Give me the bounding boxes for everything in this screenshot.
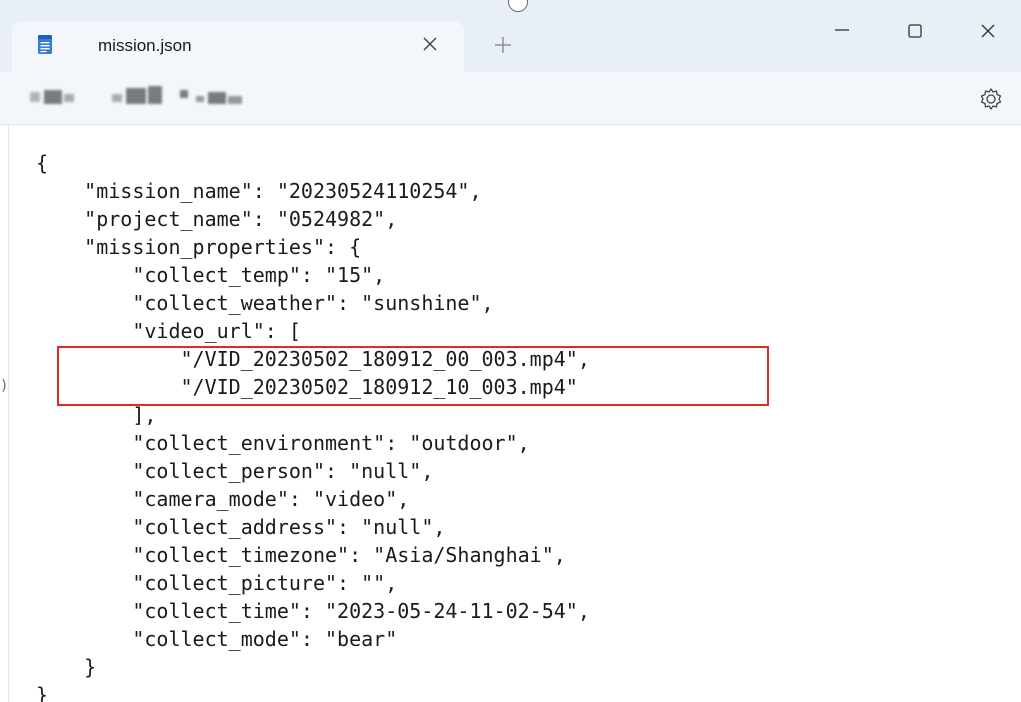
code-line: { [36,151,49,175]
notepad-window: mission.json) {"mission_name": "202305… [0,0,1021,702]
code-line: "mission_name": "20230524110254", [36,179,482,203]
code-line: "collect_person": "null", [36,459,434,483]
title-bar: mission.json [0,0,1021,72]
window-notch [508,0,528,12]
code-line: "collect_mode": "bear" [36,627,398,651]
code-line: "collect_picture": "", [36,571,398,595]
close-icon[interactable] [966,10,1010,46]
tab-title: mission.json [98,36,192,55]
code-line: "collect_address": "null", [36,515,446,539]
plus-icon[interactable] [490,32,516,58]
code-line: "mission_properties": { [36,235,362,259]
code-line: "collect_weather": "sunshine", [36,291,494,315]
code-line: "collect_environment": "outdoor", [36,431,530,455]
code-line: "collect_time": "2023-05-24-11-02-54", [36,599,590,623]
code-line: "project_name": "0524982", [36,207,398,231]
code-line: "video_url": [ [36,319,301,343]
menu-item-obscured[interactable] [112,84,262,110]
video-url-highlight-box [57,346,769,406]
gear-icon[interactable] [976,84,1006,114]
minimize-icon[interactable] [820,10,864,46]
editor-left-edge [8,125,9,702]
editor-content[interactable]: { "mission_name": "20230524110254", "pro… [36,149,590,702]
notepad-icon [38,35,52,54]
edge-marker: ) [0,378,9,394]
menu-bar [0,72,1021,125]
menu-item-obscured[interactable] [30,84,80,110]
code-line: } [36,683,49,702]
code-line: } [36,655,97,679]
tab-mission-json[interactable]: mission.json [12,22,464,72]
code-line: "collect_timezone": "Asia/Shanghai", [36,543,566,567]
text-editor[interactable]: ) { "mission_name": "20230524110254", "p… [0,125,1021,702]
maximize-icon[interactable] [893,10,937,46]
code-line: "camera_mode": "video", [36,487,410,511]
close-icon[interactable] [416,30,444,58]
code-line: "collect_temp": "15", [36,263,386,287]
